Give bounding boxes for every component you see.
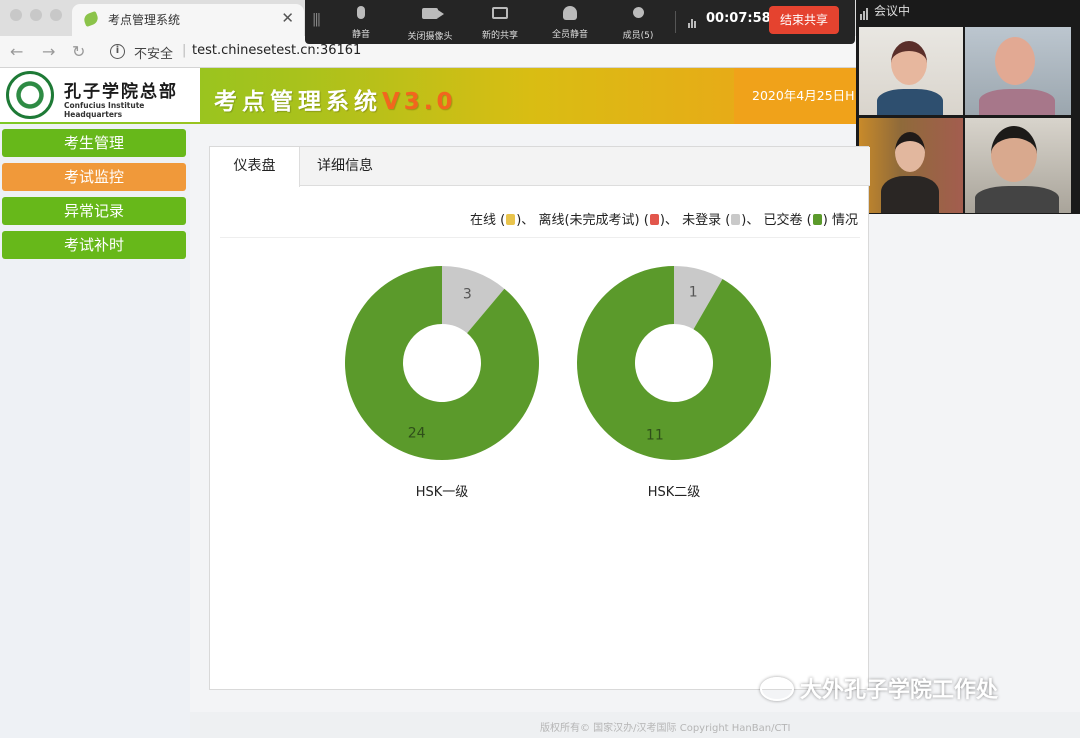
drag-handle-icon[interactable]: |||: [312, 12, 321, 27]
logo-english-text: Confucius Institute Headquarters: [64, 101, 145, 119]
mute-all-button[interactable]: 全员静音: [539, 3, 601, 40]
participant-face: [895, 132, 925, 172]
donut-charts: 324111: [345, 266, 771, 460]
slice-value-label: 1: [689, 285, 698, 301]
sidebar-item-exception-records[interactable]: 异常记录: [2, 197, 186, 225]
audio-level-icon: [688, 13, 697, 28]
system-title: 考点管理系统V3.0: [214, 82, 457, 116]
logo-chinese-text: 孔子学院总部: [64, 82, 178, 102]
mute-all-icon: [563, 6, 577, 20]
end-share-button[interactable]: 结束共享: [769, 6, 839, 34]
screen-share-icon: [492, 7, 508, 19]
meeting-toolbar: ||| 静音 关闭摄像头 新的共享 全员静音 成员(5) 00:07:58 结束…: [305, 0, 855, 44]
sidebar-item-candidate-management[interactable]: 考生管理: [2, 129, 186, 157]
system-title-text: 考点管理系统: [214, 89, 382, 115]
mute-all-label: 全员静音: [551, 30, 588, 40]
browser-tab[interactable]: 考点管理系统 ✕: [72, 4, 304, 36]
slice-value-label: 11: [646, 427, 664, 443]
meeting-status-label: 会议中: [874, 4, 911, 18]
video-gallery-panel: 会议中: [856, 0, 1080, 214]
watermark: 大外孔子学院工作处: [760, 672, 998, 704]
participant-torso: [975, 186, 1059, 213]
info-icon[interactable]: i: [110, 44, 125, 59]
participants-label: 成员(5): [622, 31, 654, 41]
stop-video-button[interactable]: 关闭摄像头: [399, 3, 461, 42]
window-zoom-dot[interactable]: [50, 9, 62, 21]
participant-torso: [877, 89, 943, 115]
participant-face: [995, 37, 1035, 85]
participant-video-tile[interactable]: [859, 118, 963, 213]
sidebar-item-exam-monitoring[interactable]: 考试监控: [2, 163, 186, 191]
mute-label: 静音: [351, 30, 370, 40]
participant-video-tile[interactable]: [965, 118, 1071, 213]
slice-value-label: 3: [463, 286, 472, 302]
url-field[interactable]: test.chinesetest.cn:36161: [192, 43, 361, 58]
participants-button[interactable]: 成员(5): [607, 3, 669, 41]
participant-face: [991, 126, 1037, 182]
chart-title: HSK一级: [415, 485, 469, 500]
confucius-emblem-icon: [6, 71, 54, 119]
pie-slice-submitted[interactable]: [577, 266, 771, 460]
back-arrow-icon[interactable]: ←: [10, 42, 23, 61]
pie-slice-submitted[interactable]: [345, 266, 539, 460]
forward-arrow-icon[interactable]: →: [42, 42, 55, 61]
footer: 版权所有© 国家汉办/汉考国际 Copyright HanBan/CTI: [190, 712, 1080, 738]
sidebar: 考生管理 考试监控 异常记录 考试补时: [0, 124, 190, 738]
participant-torso: [881, 176, 939, 213]
window-minimize-dot[interactable]: [30, 9, 42, 21]
slice-value-label: 24: [408, 426, 426, 442]
new-share-label: 新的共享: [481, 31, 518, 41]
meeting-timer: 00:07:58: [706, 11, 771, 26]
dashboard-panel: 仪表盘 详细信息 在线 ()、 离线(未完成考试) ()、 未登录 ()、 已交…: [209, 146, 870, 690]
url-separator: |: [182, 43, 187, 58]
browser-tab-title: 考点管理系统: [108, 13, 181, 27]
participant-face: [891, 41, 927, 85]
wechat-logo-icon: [760, 677, 794, 701]
stop-video-label: 关闭摄像头: [407, 32, 453, 42]
participant-video-tile[interactable]: [965, 27, 1071, 115]
participant-video-tile[interactable]: [859, 27, 963, 115]
sidebar-item-extra-time[interactable]: 考试补时: [2, 231, 186, 259]
logo[interactable]: 孔子学院总部 Confucius Institute Headquarters: [0, 68, 200, 122]
chart-title: HSK二级: [647, 485, 701, 500]
close-icon[interactable]: ✕: [281, 9, 294, 27]
participant-torso: [979, 89, 1055, 115]
toolbar-divider: [675, 11, 676, 33]
mute-button[interactable]: 静音: [330, 3, 392, 40]
camera-icon: [422, 8, 444, 19]
security-label[interactable]: 不安全: [134, 43, 173, 62]
leaf-favicon-icon: [82, 10, 100, 28]
app-header: 孔子学院总部 Confucius Institute Headquarters …: [0, 68, 856, 124]
window-close-dot[interactable]: [10, 9, 22, 21]
copyright-text: 版权所有© 国家汉办/汉考国际 Copyright HanBan/CTI: [540, 723, 791, 734]
reload-icon[interactable]: ↻: [72, 42, 85, 61]
system-version: V3.0: [382, 89, 457, 115]
watermark-text: 大外孔子学院工作处: [800, 678, 999, 703]
participants-icon: [632, 7, 644, 18]
new-share-button[interactable]: 新的共享: [469, 3, 531, 41]
header-date: 2020年4月25日H: [734, 68, 856, 124]
microphone-icon: [357, 6, 365, 19]
signal-icon: [860, 5, 869, 20]
